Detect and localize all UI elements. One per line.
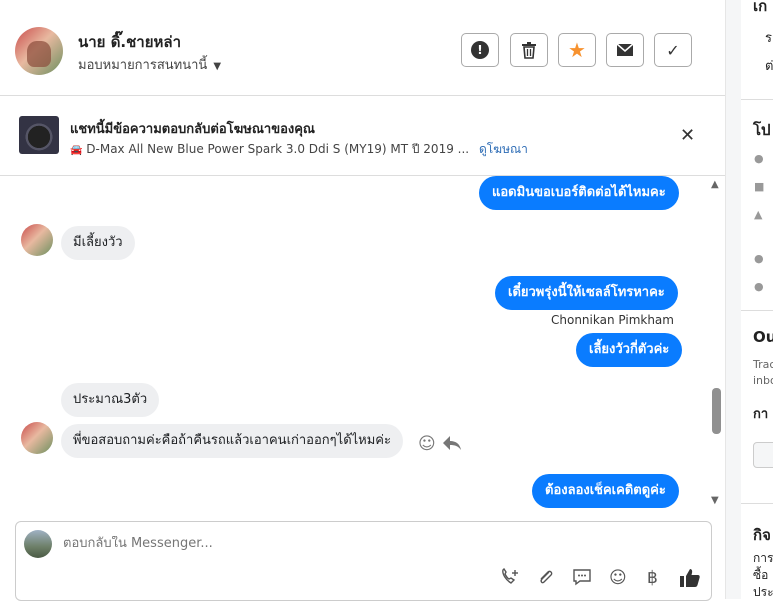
baht-icon[interactable]: ฿ xyxy=(647,568,658,588)
car-icon: ■ xyxy=(754,180,765,193)
divider xyxy=(741,310,773,311)
mark-done-button[interactable]: ✓ xyxy=(654,33,692,67)
section-heading: Ou xyxy=(753,328,773,346)
exclamation-icon: ! xyxy=(471,41,489,59)
ad-banner-title: แชทนี้มีข้อความตอบกลับต่อโฆษณาของคุณ xyxy=(70,122,315,137)
message-outgoing[interactable]: แอดมินขอเบอร์ติดต่อได้ไหมคะ xyxy=(479,176,679,210)
sender-name: Chonnikan Pimkham xyxy=(551,313,674,327)
message-thread: แอดมินขอเบอร์ติดต่อได้ไหมคะ มีเลี้ยงวัว … xyxy=(0,176,725,518)
close-banner-button[interactable]: ✕ xyxy=(680,125,695,146)
section-text: inbo xyxy=(753,374,773,387)
details-text: รา xyxy=(765,31,773,46)
message-outgoing[interactable]: ต้องลองเช็คเคดิตดูค่ะ xyxy=(532,474,679,508)
ad-reply-banner: แชทนี้มีข้อความตอบกลับต่อโฆษณาของคุณ 🚘 D… xyxy=(0,96,725,176)
check-icon: ✓ xyxy=(666,40,680,60)
panel-divider xyxy=(725,0,741,599)
dropdown-select[interactable] xyxy=(753,442,773,468)
graduation-icon: ▲ xyxy=(754,208,763,221)
activity-text: ประ xyxy=(753,585,773,599)
message-incoming[interactable]: ประมาณ3ตัว xyxy=(61,383,160,417)
envelope-icon xyxy=(616,43,634,56)
reply-composer xyxy=(15,521,712,601)
close-icon: ✕ xyxy=(680,125,696,146)
ad-banner-subtitle: 🚘 D-Max All New Blue Power Spark 3.0 Ddi… xyxy=(70,140,528,159)
call-add-icon[interactable] xyxy=(500,567,520,591)
section-text: Trac xyxy=(753,358,773,371)
profile-section-heading: โป xyxy=(753,121,771,139)
page-avatar xyxy=(24,530,52,558)
caret-down-icon: ▼ xyxy=(213,61,222,72)
delete-button[interactable] xyxy=(510,33,548,67)
assign-label: มอบหมายการสนทนานี้ xyxy=(78,58,208,73)
location-icon: ● xyxy=(754,252,764,265)
chat-scrollbar-thumb[interactable] xyxy=(712,388,721,434)
message-outgoing[interactable]: เลี้ยงวัวกี่ตัวค่ะ xyxy=(576,333,683,367)
conversation-panel: นาย ดิ๊.ชายหล่า มอบหมายการสนทนานี้ ▼ ! ★ … xyxy=(0,0,726,601)
saved-reply-icon[interactable] xyxy=(572,568,592,591)
contact-avatar[interactable] xyxy=(15,27,63,75)
view-ad-link[interactable]: ดูโฆษณา xyxy=(479,142,528,156)
contact-details-panel: เก รา ต่ โป ● ■ ▲ ● ● Ou Trac inbo กา กิ… xyxy=(741,0,773,599)
contact-avatar-small xyxy=(21,224,53,256)
details-text: ต่ xyxy=(765,59,773,74)
mark-unread-button[interactable] xyxy=(606,33,644,67)
activity-heading: กิจ xyxy=(753,526,771,544)
like-icon[interactable] xyxy=(679,568,701,593)
section-label: กา xyxy=(753,407,769,422)
reply-input[interactable] xyxy=(63,536,663,551)
scroll-down-arrow-icon[interactable]: ▼ xyxy=(711,495,719,506)
emoji-icon[interactable]: ☺ xyxy=(609,568,627,588)
message-incoming[interactable]: มีเลี้ยงวัว xyxy=(61,226,135,260)
assign-conversation-dropdown[interactable]: มอบหมายการสนทนานี้ ▼ xyxy=(78,54,221,75)
car-icon: 🚘 xyxy=(70,145,83,156)
ad-thumbnail[interactable] xyxy=(19,116,59,154)
conversation-header: นาย ดิ๊.ชายหล่า มอบหมายการสนทนานี้ ▼ ! ★ … xyxy=(0,0,725,96)
details-heading: เก xyxy=(753,0,768,15)
divider xyxy=(741,99,773,100)
contact-name[interactable]: นาย ดิ๊.ชายหล่า xyxy=(78,30,181,54)
message-incoming[interactable]: พี่ขอสอบถามค่ะคือถ้าคืนรถแล้วเอาคนเก่าออ… xyxy=(61,424,403,458)
location-icon: ● xyxy=(754,280,764,293)
message-outgoing[interactable]: เดี๋ยวพรุ่งนี้ให้เซลล์โทรหาคะ xyxy=(495,276,678,310)
trash-icon xyxy=(522,42,536,59)
mark-spam-button[interactable]: ! xyxy=(461,33,499,67)
star-button[interactable]: ★ xyxy=(558,33,596,67)
scroll-up-arrow-icon[interactable]: ▲ xyxy=(711,179,719,190)
emoji-reaction-icon[interactable]: ☺ xyxy=(418,434,436,454)
reply-arrow-icon[interactable] xyxy=(442,434,462,457)
clock-icon: ● xyxy=(754,152,764,165)
attach-icon[interactable] xyxy=(537,568,555,591)
divider xyxy=(741,503,773,504)
ad-name: D-Max All New Blue Power Spark 3.0 Ddi S… xyxy=(86,142,470,156)
contact-avatar-small xyxy=(21,422,53,454)
star-icon: ★ xyxy=(568,38,586,62)
